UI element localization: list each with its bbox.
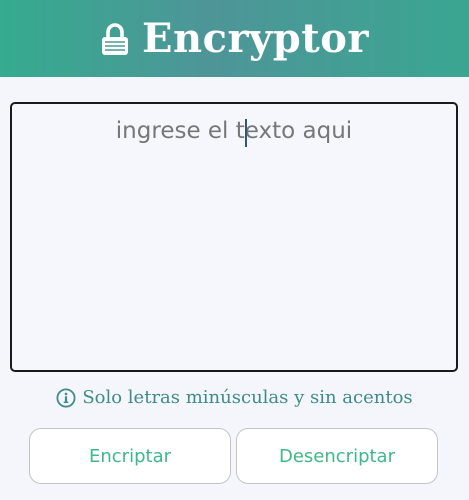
- text-input-container: [10, 102, 458, 372]
- lock-icon: [102, 22, 129, 55]
- decrypt-button[interactable]: Desencriptar: [236, 428, 438, 484]
- hint-text: Solo letras minúsculas y sin acentos: [82, 387, 413, 408]
- text-cursor: [245, 119, 247, 147]
- header-brand: Encryptor: [100, 14, 369, 62]
- app-title: Encryptor: [142, 14, 369, 62]
- info-icon: [56, 387, 76, 408]
- text-input[interactable]: [12, 104, 456, 370]
- encrypt-button[interactable]: Encriptar: [29, 428, 231, 484]
- input-hint: Solo letras minúsculas y sin acentos: [0, 387, 469, 408]
- app-header: Encryptor: [0, 0, 469, 77]
